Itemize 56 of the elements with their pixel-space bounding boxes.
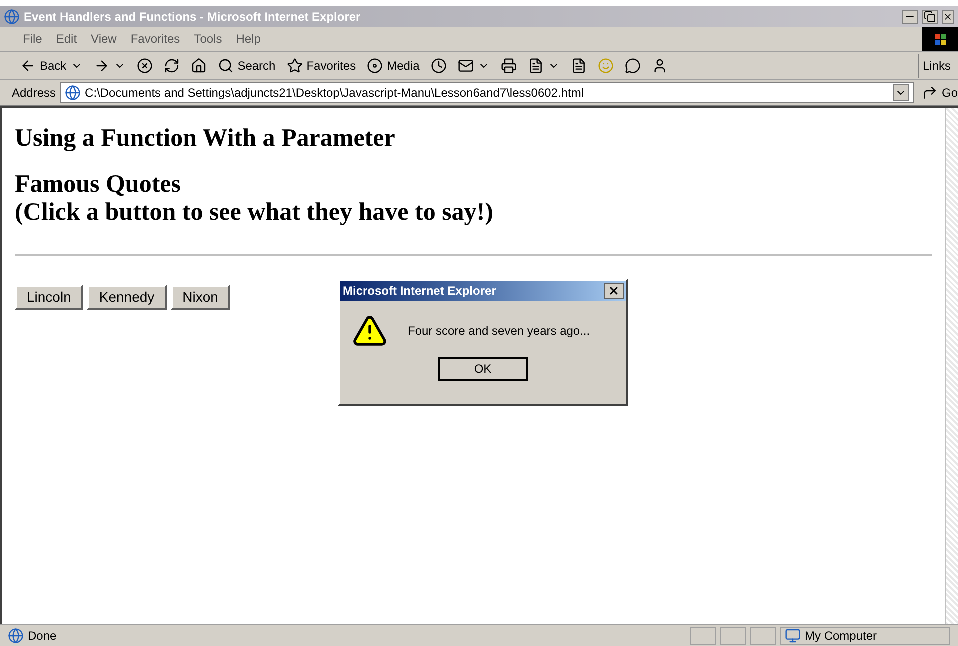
- close-icon: [608, 285, 620, 297]
- window-title: Event Handlers and Functions - Microsoft Internet Explorer: [24, 8, 362, 26]
- ok-button[interactable]: OK: [438, 357, 528, 381]
- computer-icon: [785, 628, 801, 644]
- page-subheading: Famous Quotes: [15, 171, 182, 199]
- menu-item[interactable]: Tools: [187, 30, 230, 48]
- menu-item[interactable]: File: [16, 30, 50, 48]
- printer-icon: [500, 58, 517, 74]
- mail-icon: [458, 58, 474, 74]
- quote-button[interactable]: Kennedy: [87, 285, 167, 310]
- menu-item[interactable]: Edit: [49, 30, 84, 48]
- browser-icon: [4, 8, 20, 24]
- links-button[interactable]: Links: [918, 54, 958, 78]
- windows-logo-icon: [922, 27, 958, 51]
- page-subheading: (Click a button to see what they have to say!): [15, 199, 494, 227]
- document-icon: [528, 58, 544, 74]
- menu-item[interactable]: Help: [229, 30, 268, 48]
- menu-item[interactable]: Favorites: [124, 30, 188, 48]
- media-button[interactable]: Media: [363, 54, 424, 78]
- refresh-icon: [164, 58, 180, 74]
- close-button[interactable]: [942, 10, 954, 24]
- document-icon: [570, 58, 587, 74]
- quote-button[interactable]: Nixon: [170, 285, 230, 310]
- back-button[interactable]: Back: [16, 54, 87, 78]
- quote-button[interactable]: Lincoln: [15, 285, 84, 310]
- status-text: Done: [28, 628, 58, 644]
- scrollbar[interactable]: [945, 108, 958, 624]
- close-button[interactable]: [604, 283, 624, 299]
- page-icon: [8, 628, 24, 644]
- clock-icon: [430, 58, 447, 74]
- restore-icon: [924, 10, 936, 22]
- go-arrow-icon: [922, 84, 938, 100]
- restore-button[interactable]: [922, 10, 938, 24]
- warning-icon: [352, 313, 388, 349]
- menu-item[interactable]: View: [84, 30, 124, 48]
- page-heading: Using a Function With a Parameter: [15, 125, 396, 153]
- search-button[interactable]: Search: [214, 54, 280, 78]
- favorites-button[interactable]: Favorites: [282, 54, 360, 78]
- address-label: Address: [12, 84, 56, 102]
- speech-bubble-icon: [624, 58, 641, 74]
- search-icon: [218, 58, 234, 74]
- dropdown-button[interactable]: [893, 84, 909, 101]
- user-icon: [652, 58, 668, 74]
- star-icon: [286, 58, 303, 74]
- stop-icon: [136, 58, 153, 74]
- home-icon: [190, 58, 207, 74]
- address-field[interactable]: C:\Documents and Settings\adjuncts21\Desktop\Javascript-Manu\Lesson6and7\less0602.html: [60, 82, 914, 103]
- disc-icon: [367, 58, 384, 74]
- go-button[interactable]: Go: [918, 80, 958, 104]
- dialog-title: Microsoft Internet Explorer: [343, 283, 498, 300]
- smiley-icon: [598, 58, 614, 74]
- zone-text: My Computer: [805, 628, 878, 644]
- dialog-message: Four score and seven years ago...: [408, 323, 590, 340]
- close-icon: [943, 12, 953, 22]
- minimize-button[interactable]: [902, 10, 918, 24]
- page-icon: [65, 84, 82, 100]
